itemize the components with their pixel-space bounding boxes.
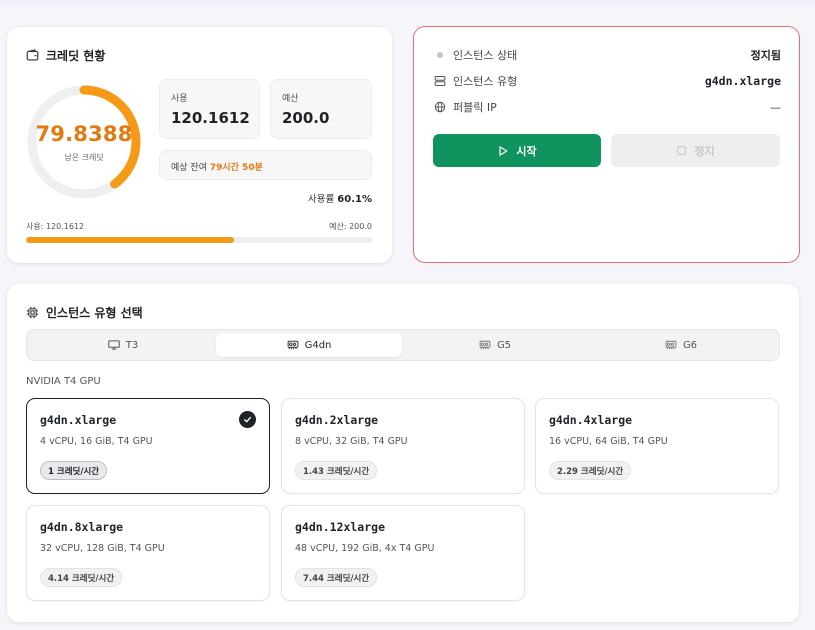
top-bar [0, 0, 815, 6]
instance-option-price: 4.14 크레딧/시간 [40, 568, 123, 587]
type-selector-title-text: 인스턴스 유형 선택 [46, 306, 143, 320]
credit-status-card: 크레딧 현황 79.8388 남은 크레딧 사용 120.1612 예산 200… [7, 27, 392, 263]
instance-option-price: 2.29 크레딧/시간 [549, 461, 632, 480]
remaining-credit-label: 남은 크레딧 [64, 152, 104, 162]
instance-status-card: 인스턴스 상태 정지됨 인스턴스 유형 g4dn.xlarge 퍼블릭 IP —… [413, 26, 800, 263]
tab-t3-label: T3 [125, 339, 139, 351]
stop-square-icon [677, 146, 687, 155]
instance-option-price: 1.43 크레딧/시간 [295, 461, 378, 480]
credit-card-title: 크레딧 현황 [26, 47, 105, 64]
instance-option-name: g4dn.12xlarge [295, 520, 386, 534]
tab-g6[interactable]: G6 [588, 333, 774, 357]
credit-title-text: 크레딧 현황 [46, 49, 106, 63]
budget-value: 200.0 [282, 109, 330, 127]
instance-option-g4dn-2xlarge[interactable]: g4dn.2xlarge 8 vCPU, 32 GiB, T4 GPU 1.43… [281, 398, 525, 494]
wallet-icon [26, 49, 39, 61]
instance-family-tabs: T3 G4dn G5 G6 [26, 329, 780, 361]
remaining-credit-value: 79.8388 [35, 121, 133, 146]
budget-box: 예산 200.0 [270, 79, 372, 139]
gpu-icon [665, 340, 677, 350]
instance-type-label: 인스턴스 유형 [453, 75, 518, 88]
instance-status-value: 정지됨 [750, 49, 781, 62]
tab-t3[interactable]: T3 [30, 333, 216, 357]
budget-label: 예산 [282, 94, 299, 104]
instance-option-price: 1 크레딧/시간 [40, 461, 108, 480]
estimated-remaining-time: 79시간 50분 [209, 163, 263, 173]
gpu-icon [287, 340, 298, 350]
instance-option-spec: 48 vCPU, 192 GiB, 4x T4 GPU [295, 543, 435, 554]
instance-option-g4dn-12xlarge[interactable]: g4dn.12xlarge 48 vCPU, 192 GiB, 4x T4 GP… [281, 505, 525, 601]
instance-type-row: 인스턴스 유형 g4dn.xlarge [433, 73, 781, 89]
start-button[interactable]: 시작 [433, 134, 601, 167]
instance-option-name: g4dn.2xlarge [295, 413, 379, 427]
usage-rate-label: 사용률 [308, 194, 338, 205]
gpu-icon [479, 340, 491, 350]
gpu-family-label: NVIDIA T4 GPU [26, 376, 101, 387]
status-dot-icon [433, 52, 447, 58]
estimated-remaining-box: 예상 잔여 79시간 50분 [159, 150, 372, 180]
used-credit-box: 사용 120.1612 [159, 79, 260, 139]
public-ip-value: — [770, 100, 781, 114]
stop-button-label: 정지 [694, 145, 715, 158]
remaining-credit-ring: 79.8388 남은 크레딧 [24, 82, 144, 202]
usage-rate-value: 60.1% [337, 194, 372, 205]
instance-status-label: 인스턴스 상태 [453, 49, 518, 62]
server-icon [433, 75, 447, 87]
usage-progress-bar [26, 237, 372, 243]
tab-g5[interactable]: G5 [402, 333, 588, 357]
instance-option-g4dn-4xlarge[interactable]: g4dn.4xlarge 16 vCPU, 64 GiB, T4 GPU 2.2… [535, 398, 779, 494]
instance-option-g4dn-8xlarge[interactable]: g4dn.8xlarge 32 vCPU, 128 GiB, T4 GPU 4.… [26, 505, 270, 601]
instance-option-g4dn-xlarge[interactable]: g4dn.xlarge 4 vCPU, 16 GiB, T4 GPU 1 크레딧… [26, 398, 270, 494]
tab-g4dn[interactable]: G4dn [216, 333, 402, 357]
start-button-label: 시작 [516, 145, 537, 158]
stop-button[interactable]: 정지 [611, 134, 780, 167]
estimated-remaining-text: 예상 잔여 79시간 50분 [171, 160, 263, 173]
used-value: 120.1612 [171, 109, 250, 127]
public-ip-label: 퍼블릭 IP [453, 101, 497, 114]
instance-option-spec: 8 vCPU, 32 GiB, T4 GPU [295, 436, 408, 447]
estimated-remaining-prefix: 예상 잔여 [171, 163, 210, 173]
instance-status-row: 인스턴스 상태 정지됨 [433, 47, 781, 63]
instance-option-name: g4dn.8xlarge [40, 520, 124, 534]
usage-progress-fill [26, 237, 234, 243]
cpu-chip-icon [26, 306, 39, 319]
instance-type-value: g4dn.xlarge [704, 74, 781, 88]
globe-icon [433, 101, 447, 113]
used-label: 사용 [171, 94, 188, 104]
instance-option-spec: 32 vCPU, 128 GiB, T4 GPU [40, 543, 165, 554]
instance-option-name: g4dn.xlarge [40, 413, 117, 427]
usage-bar-used-label: 사용: 120.1612 [26, 222, 85, 231]
usage-bar-budget-label: 예산: 200.0 [329, 222, 372, 231]
tab-g4dn-label: G4dn [304, 339, 332, 351]
usage-rate: 사용률 60.1% [308, 191, 372, 205]
tab-g6-label: G6 [682, 339, 698, 351]
instance-option-name: g4dn.4xlarge [549, 413, 633, 427]
instance-option-spec: 4 vCPU, 16 GiB, T4 GPU [40, 436, 153, 447]
play-icon [499, 145, 508, 156]
check-icon [239, 411, 256, 428]
instance-type-selector-card: 인스턴스 유형 선택 T3 G4dn G5 G6 NVIDIA T4 GPU g… [7, 284, 799, 622]
public-ip-row: 퍼블릭 IP — [433, 99, 781, 115]
monitor-icon [107, 340, 120, 350]
instance-option-price: 7.44 크레딧/시간 [295, 568, 378, 587]
type-selector-title: 인스턴스 유형 선택 [26, 304, 143, 321]
tab-g5-label: G5 [496, 339, 512, 351]
instance-option-spec: 16 vCPU, 64 GiB, T4 GPU [549, 436, 668, 447]
